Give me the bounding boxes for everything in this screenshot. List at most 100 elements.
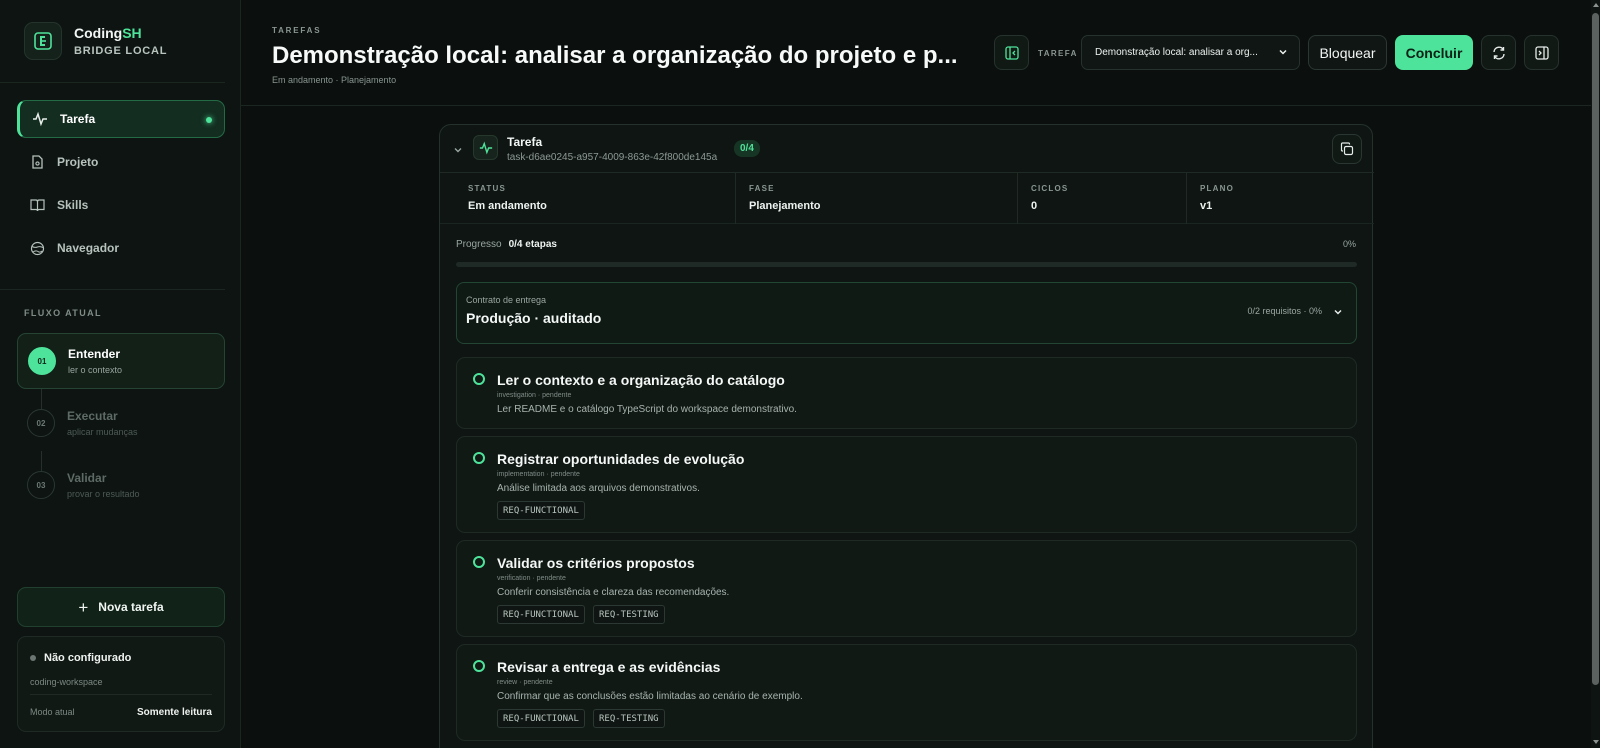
step-meta: investigation · pendente	[497, 392, 572, 399]
globe-icon	[29, 240, 45, 256]
step-description: Confirmar que as conclusões estão limita…	[497, 691, 803, 702]
pending-circle-icon	[473, 373, 485, 385]
refresh-button[interactable]	[1481, 35, 1516, 70]
stat-plano: PLANO v1	[1187, 173, 1374, 224]
page-title: Demonstração local: analisar a organizaç…	[272, 42, 958, 69]
mode-label: Modo atual	[30, 707, 75, 717]
plus-icon: +	[78, 597, 89, 617]
step-title: Executar	[67, 409, 118, 423]
sidebar-item-navegador[interactable]: Navegador	[17, 229, 225, 267]
step-number: 01	[28, 347, 56, 375]
task-card-header: Tarefa task-d6ae0245-a957-4009-863e-42f8…	[440, 125, 1374, 173]
divider	[0, 82, 225, 83]
delivery-contract[interactable]: Contrato de entrega Produção · auditado …	[456, 282, 1357, 344]
page-scrollbar[interactable]	[1591, 0, 1600, 748]
task-select-label: TAREFA	[1038, 49, 1078, 58]
chevron-down-icon[interactable]	[1332, 305, 1344, 323]
flow-step-validar[interactable]: 03 Validar provar o resultado	[17, 457, 225, 513]
sidebar: CodingSH BRIDGE LOCAL Tarefa Projeto Ski…	[0, 0, 241, 748]
stat-label: PLANO	[1200, 184, 1234, 193]
page-header: TAREFAS Demonstração local: analisar a o…	[241, 0, 1591, 106]
step-title: Revisar a entrega e as evidências	[497, 659, 721, 675]
file-icon	[29, 154, 45, 170]
refresh-icon	[1492, 46, 1505, 59]
new-task-button[interactable]: + Nova tarefa	[17, 587, 225, 627]
brand[interactable]: CodingSH BRIDGE LOCAL	[24, 22, 167, 60]
task-select[interactable]: Demonstração local: analisar a org...	[1081, 35, 1300, 70]
plan-step-card[interactable]: Registrar oportunidades de evolução impl…	[456, 436, 1357, 533]
progress-bar	[456, 262, 1357, 267]
plan-step-card[interactable]: Validar os critérios propostos verificat…	[456, 540, 1357, 637]
complete-button[interactable]: Concluir	[1395, 35, 1473, 70]
scroll-up-icon[interactable]	[1593, 3, 1599, 7]
step-meta: implementation · pendente	[497, 471, 580, 478]
step-title: Entender	[68, 347, 121, 361]
task-select-value: Demonstração local: analisar a org...	[1095, 47, 1258, 58]
step-description: Conferir consistência e clareza das reco…	[497, 587, 730, 598]
activity-icon	[32, 111, 48, 127]
step-subtitle: aplicar mudanças	[67, 427, 138, 437]
pending-circle-icon	[473, 660, 485, 672]
step-number: 03	[27, 471, 55, 499]
requirement-tag: REQ-FUNCTIONAL	[497, 501, 585, 520]
step-number: 02	[27, 409, 55, 437]
stat-value: 0	[1031, 200, 1038, 212]
task-stats: STATUS Em andamento FASE Planejamento CI…	[440, 173, 1374, 224]
copy-button[interactable]	[1332, 134, 1362, 164]
contract-title: Produção · auditado	[466, 310, 602, 326]
flow-step-executar[interactable]: 02 Executar aplicar mudanças	[17, 395, 225, 451]
contract-label: Contrato de entrega	[466, 295, 547, 305]
plan-step-card[interactable]: Ler o contexto e a organização do catálo…	[456, 357, 1357, 429]
stat-value: Em andamento	[468, 200, 547, 212]
new-task-label: Nova tarefa	[98, 600, 164, 614]
page-subtitle: Em andamento · Planejamento	[272, 75, 397, 85]
task-id: task-d6ae0245-a957-4009-863e-42f800de145…	[507, 152, 718, 163]
sidebar-item-skills[interactable]: Skills	[17, 186, 225, 224]
steps-count-badge: 0/4	[734, 140, 760, 157]
requirement-tag: REQ-FUNCTIONAL	[497, 605, 585, 624]
config-status: Não configurado	[30, 652, 131, 664]
step-meta: verification · pendente	[497, 575, 566, 582]
stat-label: STATUS	[468, 184, 507, 193]
plan-step-card[interactable]: Revisar a entrega e as evidências review…	[456, 644, 1357, 741]
collapse-sidebar-button[interactable]	[994, 35, 1029, 70]
copy-icon	[1340, 142, 1354, 156]
task-card: Tarefa task-d6ae0245-a957-4009-863e-42f8…	[439, 124, 1374, 748]
config-status-text: Não configurado	[44, 652, 132, 664]
chevron-down-icon[interactable]	[452, 143, 464, 161]
toggle-panel-button[interactable]	[1524, 35, 1559, 70]
stat-label: FASE	[749, 184, 775, 193]
panel-right-icon	[1534, 45, 1549, 60]
sidebar-item-label: Skills	[57, 198, 89, 212]
sidebar-item-tarefa[interactable]: Tarefa	[17, 100, 225, 138]
step-title: Validar os critérios propostos	[497, 555, 695, 571]
requirement-tag: REQ-TESTING	[593, 605, 665, 624]
activity-icon	[473, 135, 498, 160]
block-button[interactable]: Bloquear	[1308, 35, 1387, 70]
logo-icon	[24, 22, 62, 60]
flow-step-entender[interactable]: 01 Entender ler o contexto	[17, 333, 225, 389]
progress-label: Progresso 0/4 etapas	[456, 239, 557, 250]
step-description: Ler README e o catálogo TypeScript do wo…	[497, 404, 797, 415]
main-area: TAREFAS Demonstração local: analisar a o…	[241, 0, 1591, 748]
step-subtitle: ler o contexto	[68, 365, 123, 375]
status-dot-icon	[30, 655, 36, 661]
sidebar-item-label: Tarefa	[60, 112, 96, 126]
config-card: Não configurado coding-workspace Modo at…	[17, 636, 225, 732]
chevron-down-icon	[1277, 46, 1289, 61]
task-title: Tarefa	[507, 135, 543, 149]
workspace-name: coding-workspace	[30, 677, 103, 687]
sidebar-item-projeto[interactable]: Projeto	[17, 143, 225, 181]
scroll-down-icon[interactable]	[1593, 740, 1599, 744]
stat-value: Planejamento	[749, 200, 821, 212]
sidebar-item-label: Navegador	[57, 241, 120, 255]
stat-status: STATUS Em andamento	[440, 173, 736, 224]
active-indicator	[206, 117, 212, 123]
requirement-tag: REQ-FUNCTIONAL	[497, 709, 585, 728]
contract-meta: 0/2 requisitos · 0%	[1247, 306, 1322, 316]
scroll-thumb[interactable]	[1592, 13, 1599, 685]
pending-circle-icon	[473, 452, 485, 464]
sidebar-item-label: Projeto	[57, 155, 99, 169]
step-subtitle: provar o resultado	[67, 489, 140, 499]
step-meta: review · pendente	[497, 679, 553, 686]
